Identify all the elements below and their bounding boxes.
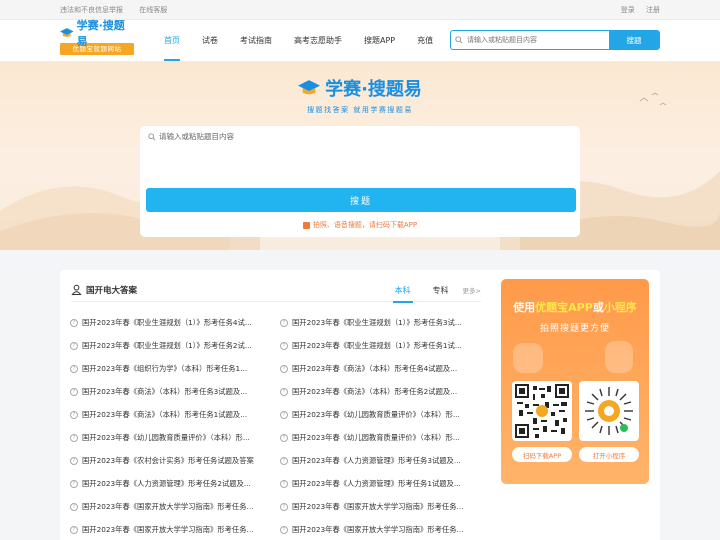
nav-item-exam-guide[interactable]: 考试指南 bbox=[240, 20, 272, 61]
list-item[interactable]: ? 国开2023年春《人力资源管理》形考任务2试题及... bbox=[70, 472, 280, 495]
list-item[interactable]: ? 国开2023年春《幼儿园教育质量评价》（本科）形... bbox=[280, 426, 480, 449]
question-icon: ? bbox=[280, 433, 288, 442]
hero-search-input[interactable]: 请输入或粘贴题目内容 bbox=[148, 131, 234, 142]
question-icon: ? bbox=[280, 364, 288, 373]
list-item[interactable]: ? 国开2023年春《人力资源管理》形考任务1试题及... bbox=[280, 472, 480, 495]
hero-title-text: 学赛·搜题易 bbox=[325, 79, 422, 100]
question-icon: ? bbox=[70, 479, 78, 488]
promo-subtitle: 拍照搜题更方便 bbox=[539, 324, 610, 334]
graduation-cap-icon bbox=[298, 80, 321, 95]
header-search-input[interactable] bbox=[467, 31, 609, 49]
question-icon: ? bbox=[280, 341, 288, 350]
hero-search-placeholder: 请输入或粘贴题目内容 bbox=[159, 132, 234, 141]
login-link[interactable]: 登录 bbox=[621, 6, 635, 14]
list-item[interactable]: ? 国开2023年春《商法》（本科）形考任务1试题及... bbox=[70, 403, 280, 426]
question-icon: ? bbox=[70, 318, 78, 327]
nav-item-recharge[interactable]: 充值 bbox=[417, 20, 433, 61]
question-icon: ? bbox=[70, 410, 78, 419]
section-header: 国开电大答案 本科 专科 更多> bbox=[71, 278, 481, 303]
list-item[interactable]: ? 国开2023年春《人力资源管理》形考任务3试题及... bbox=[280, 449, 480, 472]
question-icon: ? bbox=[70, 341, 78, 350]
tab-junior-college[interactable]: 专科 bbox=[433, 278, 449, 302]
question-icon: ? bbox=[280, 456, 288, 465]
question-icon: ? bbox=[70, 387, 78, 396]
app-promo-card: 使用优题宝APP或小程序 拍照搜题更方便 扫码下载APP 打开小程序 bbox=[501, 279, 649, 484]
question-icon: ? bbox=[70, 433, 78, 442]
section-tabs: 本科 专科 更多> bbox=[373, 278, 481, 303]
site-logo[interactable]: 学赛·搜题易 优题宝就题网站 bbox=[60, 19, 134, 56]
online-service-link[interactable]: 在线客服 bbox=[139, 6, 167, 14]
search-icon bbox=[148, 132, 156, 141]
mini-program-qr-code bbox=[579, 381, 639, 441]
more-link[interactable]: 更多> bbox=[463, 278, 481, 302]
hero-search-button[interactable]: 搜题 bbox=[146, 188, 576, 212]
list-item[interactable]: ? 国开2023年春《职业生涯规划（1）》形考任务3试... bbox=[280, 311, 480, 334]
question-icon: ? bbox=[280, 318, 288, 327]
question-list: ? 国开2023年春《职业生涯规划（1）》形考任务4试... ? 国开2023年春《… bbox=[70, 311, 480, 540]
download-app-label[interactable]: 扫码下载APP bbox=[512, 447, 572, 462]
list-item[interactable]: ? 国开2023年春《国家开放大学学习指南》形考任务... bbox=[280, 495, 480, 518]
header: 学赛·搜题易 优题宝就题网站 首页 试卷 考试指南 高考志愿助手 搜题APP 充… bbox=[0, 19, 720, 61]
list-item[interactable]: ? 国开2023年春《幼儿园教育质量评价》（本科）形... bbox=[70, 426, 280, 449]
hero-search-box[interactable]: 请输入或粘贴题目内容 搜题 拍照、语音搜题，请扫码下载APP bbox=[140, 126, 580, 237]
question-icon: ? bbox=[280, 410, 288, 419]
bubble-decoration bbox=[513, 343, 543, 373]
search-icon bbox=[451, 31, 467, 49]
nav-item-search-app[interactable]: 搜题APP bbox=[364, 20, 395, 61]
list-item[interactable]: ? 国开2023年春《国家开放大学学习指南》形考任务... bbox=[280, 518, 480, 540]
list-item[interactable]: ? 国开2023年春《幼儿园教育质量评价》（本科）形... bbox=[280, 403, 480, 426]
hero-hint-text: 拍照、语音搜题，请扫码下载APP bbox=[312, 221, 418, 229]
open-mini-program-label[interactable]: 打开小程序 bbox=[579, 447, 639, 462]
main-panel: 国开电大答案 本科 专科 更多> ? 国开2023年春《职业生涯规划（1）》形考任… bbox=[60, 270, 660, 540]
list-item[interactable]: ? 国开2023年春《职业生涯规划（1）》形考任务4试... bbox=[70, 311, 280, 334]
question-icon: ? bbox=[280, 525, 288, 534]
section-title: 国开电大答案 bbox=[86, 285, 138, 296]
list-item[interactable]: ? 国开2023年春《商法》（本科）形考任务2试题及... bbox=[280, 380, 480, 403]
report-link[interactable]: 违法和不良信息举报 bbox=[60, 6, 123, 14]
hero-banner: 学赛·搜题易 搜题找答案 就用学赛搜题易 请输入或粘贴题目内容 搜题 拍照、语音… bbox=[0, 61, 720, 250]
main-nav: 首页 试卷 考试指南 高考志愿助手 搜题APP 充值 bbox=[164, 20, 455, 61]
header-search-button[interactable]: 搜题 bbox=[609, 31, 659, 49]
tab-undergraduate[interactable]: 本科 bbox=[392, 278, 413, 303]
list-item[interactable]: ? 国开2023年春《职业生涯规划（1）》形考任务2试... bbox=[70, 334, 280, 357]
list-item[interactable]: ? 国开2023年春《职业生涯规划（1）》形考任务1试... bbox=[280, 334, 480, 357]
hero-slogan: 搜题找答案 就用学赛搜题易 bbox=[307, 106, 413, 114]
list-item[interactable]: ? 国开2023年春《国家开放大学学习指南》形考任务... bbox=[70, 495, 280, 518]
list-item[interactable]: ? 国开2023年春《商法》（本科）形考任务4试题及... bbox=[280, 357, 480, 380]
question-icon: ? bbox=[70, 456, 78, 465]
hero-title: 学赛·搜题易 bbox=[0, 75, 720, 101]
app-qr-code bbox=[512, 381, 572, 441]
bubble-decoration bbox=[605, 341, 633, 373]
promo-title: 使用优题宝APP或小程序 bbox=[513, 301, 637, 314]
list-item[interactable]: ? 国开2023年春《农村会计实务》形考任务试题及答案 bbox=[70, 449, 280, 472]
question-icon: ? bbox=[70, 525, 78, 534]
graduation-cap-icon bbox=[60, 28, 74, 37]
nav-item-home[interactable]: 首页 bbox=[164, 20, 180, 61]
camera-icon bbox=[302, 221, 310, 229]
question-icon: ? bbox=[280, 479, 288, 488]
question-icon: ? bbox=[70, 364, 78, 373]
hero-app-hint[interactable]: 拍照、语音搜题，请扫码下载APP bbox=[140, 220, 580, 230]
list-item[interactable]: ? 国开2023年春《国家开放大学学习指南》形考任务... bbox=[70, 518, 280, 540]
header-search: 搜题 bbox=[450, 30, 660, 50]
nav-item-papers[interactable]: 试卷 bbox=[202, 20, 218, 61]
nav-item-gaokao-helper[interactable]: 高考志愿助手 bbox=[294, 20, 342, 61]
question-icon: ? bbox=[280, 502, 288, 511]
list-item[interactable]: ? 国开2023年春《组织行为学》（本科）形考任务1... bbox=[70, 357, 280, 380]
question-icon: ? bbox=[280, 387, 288, 396]
list-item[interactable]: ? 国开2023年春《商法》（本科）形考任务3试题及... bbox=[70, 380, 280, 403]
user-icon bbox=[71, 284, 82, 295]
register-link[interactable]: 注册 bbox=[646, 6, 660, 14]
question-icon: ? bbox=[70, 502, 78, 511]
